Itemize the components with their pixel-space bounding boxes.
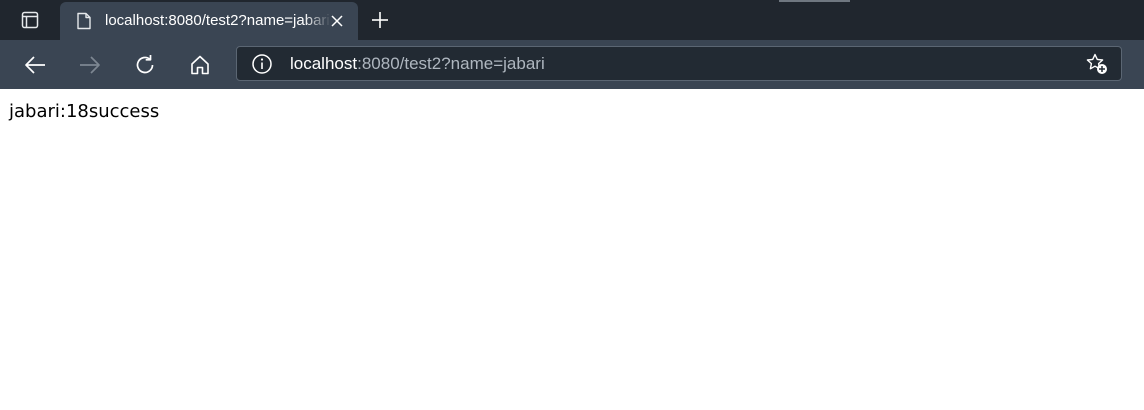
home-icon bbox=[189, 54, 211, 76]
address-bar[interactable]: localhost:8080/test2?name=jabari bbox=[236, 46, 1122, 81]
new-tab-button[interactable] bbox=[366, 6, 394, 34]
close-icon[interactable] bbox=[328, 12, 346, 30]
tab-actions-button[interactable] bbox=[10, 7, 50, 33]
home-button[interactable] bbox=[185, 50, 215, 80]
tab-actions-icon bbox=[21, 11, 39, 29]
navigation-toolbar: localhost:8080/test2?name=jabari bbox=[0, 40, 1144, 89]
tabstrip-drag-indicator bbox=[779, 0, 850, 2]
refresh-icon bbox=[134, 54, 156, 76]
info-icon[interactable] bbox=[251, 53, 273, 75]
refresh-button[interactable] bbox=[130, 50, 160, 80]
back-button[interactable] bbox=[20, 50, 50, 80]
forward-button[interactable] bbox=[75, 50, 105, 80]
tab-strip: localhost:8080/test2?name=jabari bbox=[0, 0, 1144, 40]
url-text[interactable]: localhost:8080/test2?name=jabari bbox=[290, 53, 545, 75]
tab-title: localhost:8080/test2?name=jabari bbox=[105, 12, 330, 29]
url-path: :8080/test2?name=jabari bbox=[357, 54, 545, 73]
add-favorite-icon[interactable] bbox=[1085, 52, 1109, 76]
tab-active[interactable]: localhost:8080/test2?name=jabari bbox=[60, 2, 358, 40]
page-icon bbox=[76, 12, 92, 30]
url-host: localhost bbox=[290, 54, 358, 73]
page-content: jabari:18success bbox=[0, 89, 1144, 410]
response-text: jabari:18success bbox=[9, 101, 160, 122]
forward-arrow-icon bbox=[79, 55, 101, 75]
back-arrow-icon bbox=[24, 55, 46, 75]
browser-window: localhost:8080/test2?name=jabari localho… bbox=[0, 0, 1144, 410]
plus-icon bbox=[371, 11, 389, 29]
